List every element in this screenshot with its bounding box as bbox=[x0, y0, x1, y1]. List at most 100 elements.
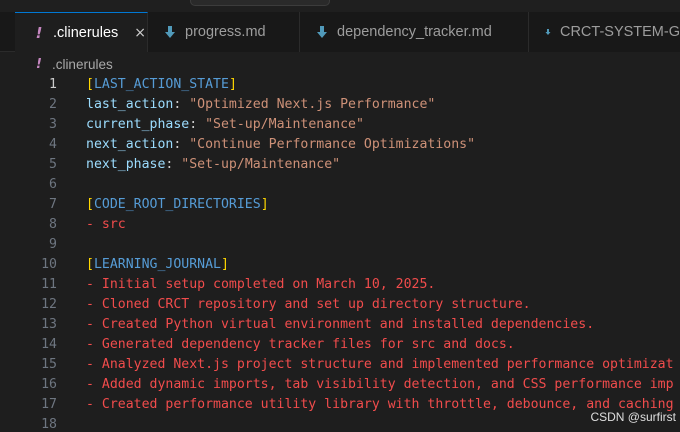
code-token: : bbox=[165, 157, 182, 172]
title-bar bbox=[0, 0, 680, 12]
code-token: - Cloned CRCT repository and set up dire… bbox=[86, 297, 531, 312]
code-line[interactable]: 17 - Created performance utility library … bbox=[0, 395, 680, 415]
code-token: next_action bbox=[86, 137, 174, 152]
code-token: CODE_ROOT_DIRECTORIES bbox=[93, 197, 261, 212]
code-token: : bbox=[173, 97, 190, 112]
line-number: 4 bbox=[49, 137, 57, 152]
line-number: 2 bbox=[49, 97, 57, 112]
line-number: 13 bbox=[41, 317, 57, 332]
line-code: [LEARNING_JOURNAL] bbox=[86, 255, 229, 275]
line-code: - src bbox=[86, 215, 126, 235]
line-number: 9 bbox=[49, 237, 57, 252]
breadcrumb-file[interactable]: .clinerules bbox=[52, 57, 113, 72]
code-token: - Created Python virtual environment and… bbox=[86, 317, 595, 332]
line-code: current_phase: "Set-up/Maintenance" bbox=[86, 115, 364, 135]
tab-crct-system[interactable]: CRCT-SYSTEM-G bbox=[529, 12, 680, 52]
line-code: next_action: "Continue Performance Optim… bbox=[86, 135, 475, 155]
line-code: last_action: "Optimized Next.js Performa… bbox=[86, 95, 435, 115]
code-line[interactable]: 1 [LAST_ACTION_STATE] bbox=[0, 75, 680, 95]
code-token: - Created performance utility library wi… bbox=[86, 397, 674, 412]
code-line[interactable]: 8 - src bbox=[0, 215, 680, 235]
line-code: [CODE_ROOT_DIRECTORIES] bbox=[86, 195, 269, 215]
line-number: 6 bbox=[49, 177, 57, 192]
line-number: 8 bbox=[49, 217, 57, 232]
line-number: 18 bbox=[41, 417, 57, 432]
watermark: CSDN @surfirst bbox=[590, 410, 676, 424]
code-token: "Optimized Next.js Performance" bbox=[189, 97, 436, 112]
line-number: 17 bbox=[41, 397, 57, 412]
code-token: ] bbox=[221, 257, 229, 272]
line-code: - Added dynamic imports, tab visibility … bbox=[86, 375, 674, 395]
line-number: 7 bbox=[49, 197, 57, 212]
code-token: - src bbox=[86, 217, 126, 232]
code-token: "Set-up/Maintenance" bbox=[205, 117, 364, 132]
code-token: "Continue Performance Optimizations" bbox=[189, 137, 476, 152]
code-token: : bbox=[189, 117, 206, 132]
code-line[interactable]: 18 bbox=[0, 415, 680, 432]
code-token: ] bbox=[260, 197, 269, 212]
code-line[interactable]: 2 last_action: "Optimized Next.js Perform… bbox=[0, 95, 680, 115]
line-number: 12 bbox=[41, 297, 57, 312]
tab-clinerules[interactable]: ! .clinerules × bbox=[15, 12, 148, 52]
code-line[interactable]: 16 - Added dynamic imports, tab visibilit… bbox=[0, 375, 680, 395]
line-code: - Generated dependency tracker files for… bbox=[86, 335, 515, 355]
line-code: - Cloned CRCT repository and set up dire… bbox=[86, 295, 531, 315]
code-token: - Initial setup completed on March 10, 2… bbox=[86, 277, 436, 292]
markdown-arrow-icon bbox=[545, 29, 551, 35]
line-number: 15 bbox=[41, 357, 57, 372]
code-line[interactable]: 3 current_phase: "Set-up/Maintenance" bbox=[0, 115, 680, 135]
code-token: - Generated dependency tracker files for… bbox=[86, 337, 515, 352]
line-code: - Analyzed Next.js project structure and… bbox=[86, 355, 674, 375]
code-editor[interactable]: 1 [LAST_ACTION_STATE] 2 last_action: "Optim… bbox=[0, 75, 680, 432]
code-token: LEARNING_JOURNAL bbox=[93, 257, 221, 272]
code-token: [ bbox=[86, 257, 94, 272]
line-code: [LAST_ACTION_STATE] bbox=[86, 75, 237, 95]
tab-dependency-tracker-md[interactable]: dependency_tracker.md bbox=[300, 12, 529, 52]
code-token: next_phase bbox=[86, 157, 166, 172]
code-token: - Added dynamic imports, tab visibility … bbox=[86, 377, 674, 392]
tab-label: progress.md bbox=[185, 24, 266, 40]
close-icon[interactable]: × bbox=[134, 25, 146, 41]
tab-label: .clinerules bbox=[53, 24, 119, 41]
code-token: last_action bbox=[86, 97, 174, 112]
code-token: current_phase bbox=[86, 117, 190, 132]
code-line[interactable]: 6 bbox=[0, 175, 680, 195]
exclamation-icon: ! bbox=[36, 56, 42, 72]
line-number: 11 bbox=[41, 277, 57, 292]
line-code: next_phase: "Set-up/Maintenance" bbox=[86, 155, 340, 175]
tab-progress-md[interactable]: progress.md bbox=[148, 12, 300, 52]
code-line[interactable]: 13 - Created Python virtual environment a… bbox=[0, 315, 680, 335]
tab-label: CRCT-SYSTEM-G bbox=[559, 24, 680, 40]
code-line[interactable]: 5 next_phase: "Set-up/Maintenance" bbox=[0, 155, 680, 175]
code-line[interactable]: 12 - Cloned CRCT repository and set up di… bbox=[0, 295, 680, 315]
code-token: [ bbox=[86, 77, 94, 92]
code-line[interactable]: 15 - Analyzed Next.js project structure a… bbox=[0, 355, 680, 375]
code-line[interactable]: 4 next_action: "Continue Performance Opti… bbox=[0, 135, 680, 155]
code-line[interactable]: 9 bbox=[0, 235, 680, 255]
editor-tab-bar: ! .clinerules × progress.md dependency_t… bbox=[0, 12, 680, 52]
code-line[interactable]: 11 - Initial setup completed on March 10,… bbox=[0, 275, 680, 295]
breadcrumb: ! .clinerules bbox=[0, 53, 680, 75]
line-number: 10 bbox=[41, 257, 57, 272]
code-token: LAST_ACTION_STATE bbox=[93, 77, 229, 92]
code-token: [ bbox=[86, 197, 94, 212]
line-code: - Created performance utility library wi… bbox=[86, 395, 674, 415]
exclamation-icon: ! bbox=[35, 23, 43, 42]
line-number: 14 bbox=[41, 337, 57, 352]
markdown-arrow-icon bbox=[317, 26, 327, 38]
line-number: 3 bbox=[49, 117, 57, 132]
code-token: ] bbox=[228, 77, 237, 92]
code-token: - Analyzed Next.js project structure and… bbox=[86, 357, 674, 372]
code-line[interactable]: 14 - Generated dependency tracker files f… bbox=[0, 335, 680, 355]
code-line[interactable]: 7 [CODE_ROOT_DIRECTORIES] bbox=[0, 195, 680, 215]
line-number: 1 bbox=[49, 77, 57, 92]
line-number: 16 bbox=[41, 377, 57, 392]
line-number: 5 bbox=[49, 157, 57, 172]
line-code: - Initial setup completed on March 10, 2… bbox=[86, 275, 435, 295]
command-center-search[interactable] bbox=[190, 0, 330, 6]
code-token: : bbox=[173, 137, 190, 152]
tab-label: dependency_tracker.md bbox=[337, 24, 492, 40]
code-line[interactable]: 10 [LEARNING_JOURNAL] bbox=[0, 255, 680, 275]
code-token: "Set-up/Maintenance" bbox=[181, 157, 341, 172]
markdown-arrow-icon bbox=[165, 26, 175, 38]
